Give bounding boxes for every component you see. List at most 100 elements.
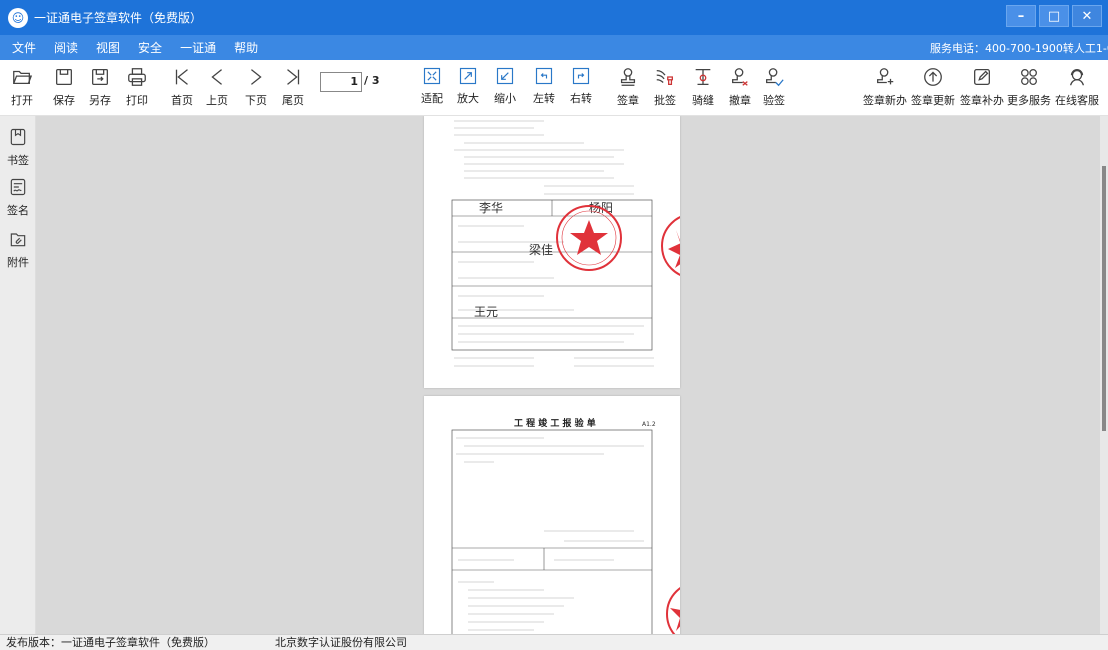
upload-circle-icon <box>924 68 942 86</box>
fit-page-icon <box>423 67 441 85</box>
batch-sign-label: 批签 <box>654 94 676 107</box>
customer-service-icon <box>1069 69 1085 86</box>
bookmarks-label: 书签 <box>7 154 29 167</box>
zoom-in-icon <box>459 67 477 85</box>
print-button[interactable]: 打印 <box>117 66 157 114</box>
sign-button[interactable]: 签章 <box>608 66 648 114</box>
page-2-code: A1.2 <box>642 421 656 428</box>
next-page-button[interactable]: 下页 <box>236 66 276 114</box>
seal-new-button[interactable]: 签章新办 <box>861 66 909 114</box>
app-logo-icon: ☺ <box>8 7 28 28</box>
seal-add-icon <box>877 68 894 85</box>
more-services-button[interactable]: 更多服务 <box>1005 66 1053 114</box>
menu-security[interactable]: 安全 <box>138 39 162 56</box>
signature-text-4: 王元 <box>474 305 498 319</box>
rotate-right-button[interactable]: 右转 <box>561 66 601 114</box>
menu-file[interactable]: 文件 <box>12 39 36 56</box>
folder-open-icon <box>13 70 33 85</box>
company-text: 北京数字认证股份有限公司 <box>275 636 407 649</box>
toolbar: 打开 保存 另存 打印 首页 上页 下页 尾页 1 / 3 适配 放大 缩小 左… <box>0 60 1108 116</box>
last-page-button[interactable]: 尾页 <box>273 66 313 114</box>
red-seal-stamp-partial <box>666 587 680 634</box>
paperclip-icon <box>10 233 26 247</box>
next-page-icon <box>251 69 262 85</box>
document-page-2: 工 程 竣 工 报 验 单 A1.2 <box>424 396 680 634</box>
more-services-label: 更多服务 <box>1007 94 1051 107</box>
signature-label: 签名 <box>7 204 29 217</box>
page-number-input[interactable]: 1 <box>320 72 362 92</box>
signature-text-3: 梁佳 <box>529 242 553 257</box>
last-page-icon <box>287 69 300 85</box>
sidebar-item-bookmarks[interactable]: 书签 <box>2 126 34 176</box>
minimize-button[interactable]: – <box>1006 5 1036 27</box>
printer-icon <box>128 68 146 86</box>
window-title: 一证通电子签章软件（免费版） <box>34 11 203 25</box>
seal-update-label: 签章更新 <box>911 94 955 107</box>
signature-text-1: 李华 <box>479 200 503 215</box>
verify-stamp-icon <box>766 68 784 87</box>
first-page-button[interactable]: 首页 <box>162 66 202 114</box>
save-as-button[interactable]: 另存 <box>80 66 120 114</box>
prev-page-icon <box>211 69 222 85</box>
sign-label: 签章 <box>617 94 639 107</box>
verify-label: 验签 <box>763 94 785 107</box>
prev-page-button[interactable]: 上页 <box>197 66 237 114</box>
zoom-out-label: 缩小 <box>494 92 516 105</box>
version-text: 发布版本：一证通电子签章软件（免费版） <box>6 636 215 649</box>
apps-icon <box>1021 69 1037 85</box>
zoom-in-button[interactable]: 放大 <box>448 66 488 114</box>
red-seal-stamp-edge <box>661 216 680 276</box>
document-viewer[interactable]: 李华 杨阳 梁佳 王元 工 程 竣 工 报 验 单 A1.2 <box>37 116 1100 634</box>
page-1-content: 李华 杨阳 梁佳 王元 <box>451 120 680 367</box>
menu-view[interactable]: 视图 <box>96 39 120 56</box>
rotate-right-icon <box>572 67 590 85</box>
open-button[interactable]: 打开 <box>2 66 42 114</box>
vertical-scrollbar[interactable] <box>1100 116 1108 634</box>
stamp-icon <box>620 68 636 86</box>
revoke-label: 撤章 <box>729 94 751 107</box>
seal-reissue-button[interactable]: 签章补办 <box>958 66 1006 114</box>
print-label: 打印 <box>126 94 148 107</box>
verify-button[interactable]: 验签 <box>754 66 794 114</box>
prev-page-label: 上页 <box>206 94 228 107</box>
fit-label: 适配 <box>421 92 443 105</box>
title-bar: ☺ 一证通电子签章软件（免费版） – □ ✕ <box>0 0 1108 35</box>
first-page-icon <box>175 69 188 85</box>
status-bar: 发布版本：一证通电子签章软件（免费版） 北京数字认证股份有限公司 <box>0 634 1108 650</box>
page-2-title: 工 程 竣 工 报 验 单 <box>514 417 596 429</box>
signature-icon <box>10 178 26 196</box>
zoom-in-label: 放大 <box>457 92 479 105</box>
page-2-content: 工 程 竣 工 报 验 单 A1.2 <box>451 417 680 634</box>
next-page-label: 下页 <box>245 94 267 107</box>
left-sidebar: 书签 签名 附件 <box>0 116 36 634</box>
online-service-label: 在线客服 <box>1055 94 1099 107</box>
save-icon <box>56 69 72 85</box>
service-phone: 服务电话：400-700-1900转人工1-0-0 <box>930 42 1108 55</box>
menu-help[interactable]: 帮助 <box>234 39 258 56</box>
online-service-button[interactable]: 在线客服 <box>1053 66 1101 114</box>
menu-bar: 文件 阅读 视图 安全 一证通 帮助 服务电话：400-700-1900转人工1… <box>0 35 1108 60</box>
open-label: 打开 <box>11 94 33 107</box>
zoom-out-button[interactable]: 缩小 <box>485 66 525 114</box>
document-page-1: 李华 杨阳 梁佳 王元 <box>424 116 680 388</box>
restore-button[interactable]: □ <box>1039 5 1069 27</box>
rotate-left-icon <box>535 67 553 85</box>
rotate-left-button[interactable]: 左转 <box>524 66 564 114</box>
batch-sign-icon <box>656 69 673 85</box>
seam-sign-button[interactable]: 骑缝 <box>683 66 723 114</box>
sidebar-item-signature[interactable]: 签名 <box>2 176 34 226</box>
seal-new-label: 签章新办 <box>863 94 907 107</box>
menu-read[interactable]: 阅读 <box>54 39 78 56</box>
first-page-label: 首页 <box>171 94 193 107</box>
save-button[interactable]: 保存 <box>44 66 84 114</box>
close-button[interactable]: ✕ <box>1072 5 1102 27</box>
scrollbar-thumb[interactable] <box>1102 166 1106 431</box>
attachments-label: 附件 <box>7 256 29 269</box>
batch-sign-button[interactable]: 批签 <box>645 66 685 114</box>
menu-yizhengtong[interactable]: 一证通 <box>180 39 216 56</box>
rotate-right-label: 右转 <box>570 92 592 105</box>
fit-button[interactable]: 适配 <box>412 66 452 114</box>
seal-update-button[interactable]: 签章更新 <box>909 66 957 114</box>
sidebar-item-attachments[interactable]: 附件 <box>2 228 34 278</box>
seam-sign-icon <box>695 69 711 85</box>
